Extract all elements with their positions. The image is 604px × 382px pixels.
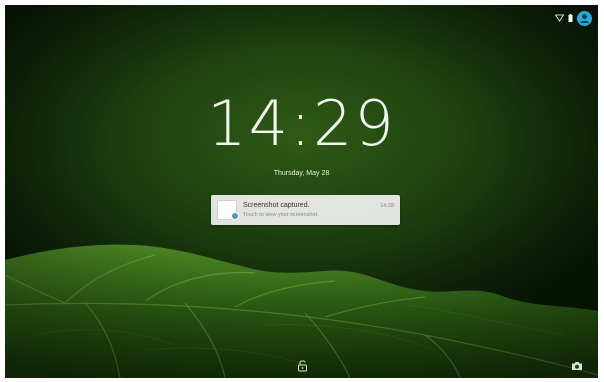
- notification-time: 14:28: [380, 203, 394, 209]
- status-bar: [555, 10, 592, 26]
- notification-subtitle: Touch to view your screenshot.: [243, 212, 319, 218]
- vignette: [5, 5, 598, 378]
- screenshot-app-icon: [231, 212, 239, 220]
- lock-screen: 14:29 Thursday, May 28 Screenshot captur…: [5, 5, 598, 378]
- battery-icon: [568, 14, 573, 22]
- lockscreen-date: Thursday, May 28: [273, 170, 330, 177]
- lockscreen-clock: 14:29: [207, 87, 396, 160]
- camera-icon[interactable]: [571, 361, 583, 371]
- notification-title: Screenshot captured.: [243, 202, 310, 209]
- unlock-icon[interactable]: [297, 359, 308, 372]
- user-avatar-icon[interactable]: [577, 10, 592, 26]
- screenshot-notification[interactable]: Screenshot captured. Touch to view your …: [211, 195, 400, 225]
- wifi-icon: [555, 14, 564, 22]
